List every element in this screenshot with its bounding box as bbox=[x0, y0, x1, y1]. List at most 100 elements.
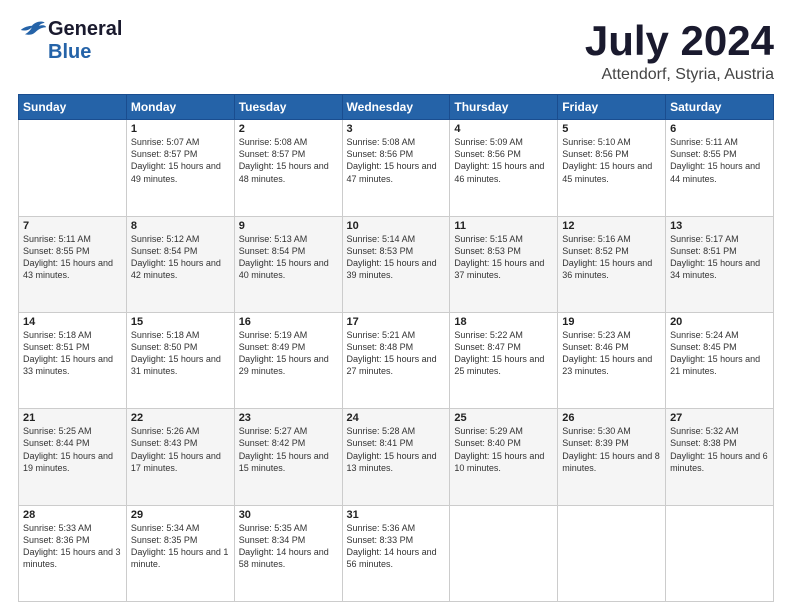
day-number: 17 bbox=[347, 316, 446, 328]
calendar-cell bbox=[666, 505, 774, 601]
day-info: Sunrise: 5:19 AMSunset: 8:49 PMDaylight:… bbox=[239, 329, 338, 378]
day-info: Sunrise: 5:14 AMSunset: 8:53 PMDaylight:… bbox=[347, 233, 446, 282]
day-info: Sunrise: 5:15 AMSunset: 8:53 PMDaylight:… bbox=[454, 233, 553, 282]
calendar-cell: 3Sunrise: 5:08 AMSunset: 8:56 PMDaylight… bbox=[342, 120, 450, 216]
day-number: 12 bbox=[562, 220, 661, 232]
calendar-cell bbox=[450, 505, 558, 601]
day-number: 14 bbox=[23, 316, 122, 328]
calendar-week-row: 14Sunrise: 5:18 AMSunset: 8:51 PMDayligh… bbox=[19, 312, 774, 408]
day-number: 27 bbox=[670, 412, 769, 424]
calendar-weekday: Saturday bbox=[666, 95, 774, 120]
day-number: 13 bbox=[670, 220, 769, 232]
day-info: Sunrise: 5:18 AMSunset: 8:51 PMDaylight:… bbox=[23, 329, 122, 378]
calendar-cell: 28Sunrise: 5:33 AMSunset: 8:36 PMDayligh… bbox=[19, 505, 127, 601]
day-info: Sunrise: 5:18 AMSunset: 8:50 PMDaylight:… bbox=[131, 329, 230, 378]
logo-icon bbox=[18, 20, 46, 40]
logo-blue: Blue bbox=[48, 41, 91, 64]
calendar-table: SundayMondayTuesdayWednesdayThursdayFrid… bbox=[18, 94, 774, 602]
page: General Blue July 2024 Attendorf, Styria… bbox=[0, 0, 792, 612]
title-block: July 2024 Attendorf, Styria, Austria bbox=[585, 18, 774, 84]
header: General Blue July 2024 Attendorf, Styria… bbox=[18, 18, 774, 84]
calendar-week-row: 28Sunrise: 5:33 AMSunset: 8:36 PMDayligh… bbox=[19, 505, 774, 601]
calendar-cell bbox=[19, 120, 127, 216]
day-number: 25 bbox=[454, 412, 553, 424]
calendar-weekday: Thursday bbox=[450, 95, 558, 120]
calendar-cell: 4Sunrise: 5:09 AMSunset: 8:56 PMDaylight… bbox=[450, 120, 558, 216]
main-title: July 2024 bbox=[585, 18, 774, 64]
calendar-cell: 24Sunrise: 5:28 AMSunset: 8:41 PMDayligh… bbox=[342, 409, 450, 505]
day-info: Sunrise: 5:08 AMSunset: 8:56 PMDaylight:… bbox=[347, 136, 446, 185]
day-number: 15 bbox=[131, 316, 230, 328]
calendar-cell: 26Sunrise: 5:30 AMSunset: 8:39 PMDayligh… bbox=[558, 409, 666, 505]
day-number: 10 bbox=[347, 220, 446, 232]
calendar-cell: 5Sunrise: 5:10 AMSunset: 8:56 PMDaylight… bbox=[558, 120, 666, 216]
day-number: 30 bbox=[239, 509, 338, 521]
day-info: Sunrise: 5:33 AMSunset: 8:36 PMDaylight:… bbox=[23, 522, 122, 571]
calendar-cell: 20Sunrise: 5:24 AMSunset: 8:45 PMDayligh… bbox=[666, 312, 774, 408]
calendar-cell: 13Sunrise: 5:17 AMSunset: 8:51 PMDayligh… bbox=[666, 216, 774, 312]
day-number: 20 bbox=[670, 316, 769, 328]
day-number: 8 bbox=[131, 220, 230, 232]
day-number: 18 bbox=[454, 316, 553, 328]
calendar-cell: 11Sunrise: 5:15 AMSunset: 8:53 PMDayligh… bbox=[450, 216, 558, 312]
day-info: Sunrise: 5:13 AMSunset: 8:54 PMDaylight:… bbox=[239, 233, 338, 282]
day-info: Sunrise: 5:17 AMSunset: 8:51 PMDaylight:… bbox=[670, 233, 769, 282]
day-number: 11 bbox=[454, 220, 553, 232]
day-info: Sunrise: 5:08 AMSunset: 8:57 PMDaylight:… bbox=[239, 136, 338, 185]
calendar-cell: 19Sunrise: 5:23 AMSunset: 8:46 PMDayligh… bbox=[558, 312, 666, 408]
day-info: Sunrise: 5:22 AMSunset: 8:47 PMDaylight:… bbox=[454, 329, 553, 378]
day-info: Sunrise: 5:26 AMSunset: 8:43 PMDaylight:… bbox=[131, 425, 230, 474]
calendar-weekday: Sunday bbox=[19, 95, 127, 120]
calendar-cell: 9Sunrise: 5:13 AMSunset: 8:54 PMDaylight… bbox=[234, 216, 342, 312]
day-number: 24 bbox=[347, 412, 446, 424]
day-number: 16 bbox=[239, 316, 338, 328]
day-number: 19 bbox=[562, 316, 661, 328]
day-info: Sunrise: 5:32 AMSunset: 8:38 PMDaylight:… bbox=[670, 425, 769, 474]
calendar-cell: 6Sunrise: 5:11 AMSunset: 8:55 PMDaylight… bbox=[666, 120, 774, 216]
calendar-cell: 27Sunrise: 5:32 AMSunset: 8:38 PMDayligh… bbox=[666, 409, 774, 505]
day-info: Sunrise: 5:34 AMSunset: 8:35 PMDaylight:… bbox=[131, 522, 230, 571]
day-info: Sunrise: 5:25 AMSunset: 8:44 PMDaylight:… bbox=[23, 425, 122, 474]
calendar-cell: 15Sunrise: 5:18 AMSunset: 8:50 PMDayligh… bbox=[126, 312, 234, 408]
day-info: Sunrise: 5:09 AMSunset: 8:56 PMDaylight:… bbox=[454, 136, 553, 185]
calendar-weekday: Tuesday bbox=[234, 95, 342, 120]
calendar-cell: 10Sunrise: 5:14 AMSunset: 8:53 PMDayligh… bbox=[342, 216, 450, 312]
day-number: 5 bbox=[562, 123, 661, 135]
calendar-cell: 16Sunrise: 5:19 AMSunset: 8:49 PMDayligh… bbox=[234, 312, 342, 408]
day-info: Sunrise: 5:16 AMSunset: 8:52 PMDaylight:… bbox=[562, 233, 661, 282]
day-number: 4 bbox=[454, 123, 553, 135]
day-info: Sunrise: 5:36 AMSunset: 8:33 PMDaylight:… bbox=[347, 522, 446, 571]
calendar-weekday: Monday bbox=[126, 95, 234, 120]
day-number: 9 bbox=[239, 220, 338, 232]
day-number: 29 bbox=[131, 509, 230, 521]
calendar-cell: 25Sunrise: 5:29 AMSunset: 8:40 PMDayligh… bbox=[450, 409, 558, 505]
day-number: 7 bbox=[23, 220, 122, 232]
day-number: 2 bbox=[239, 123, 338, 135]
calendar-cell: 23Sunrise: 5:27 AMSunset: 8:42 PMDayligh… bbox=[234, 409, 342, 505]
subtitle: Attendorf, Styria, Austria bbox=[585, 66, 774, 84]
day-info: Sunrise: 5:27 AMSunset: 8:42 PMDaylight:… bbox=[239, 425, 338, 474]
day-number: 23 bbox=[239, 412, 338, 424]
calendar-cell: 7Sunrise: 5:11 AMSunset: 8:55 PMDaylight… bbox=[19, 216, 127, 312]
day-info: Sunrise: 5:10 AMSunset: 8:56 PMDaylight:… bbox=[562, 136, 661, 185]
day-info: Sunrise: 5:11 AMSunset: 8:55 PMDaylight:… bbox=[23, 233, 122, 282]
day-number: 28 bbox=[23, 509, 122, 521]
day-number: 31 bbox=[347, 509, 446, 521]
calendar-weekday: Friday bbox=[558, 95, 666, 120]
day-info: Sunrise: 5:28 AMSunset: 8:41 PMDaylight:… bbox=[347, 425, 446, 474]
calendar-cell: 2Sunrise: 5:08 AMSunset: 8:57 PMDaylight… bbox=[234, 120, 342, 216]
day-number: 6 bbox=[670, 123, 769, 135]
calendar-cell: 18Sunrise: 5:22 AMSunset: 8:47 PMDayligh… bbox=[450, 312, 558, 408]
day-info: Sunrise: 5:11 AMSunset: 8:55 PMDaylight:… bbox=[670, 136, 769, 185]
day-number: 3 bbox=[347, 123, 446, 135]
calendar-cell: 29Sunrise: 5:34 AMSunset: 8:35 PMDayligh… bbox=[126, 505, 234, 601]
calendar-week-row: 7Sunrise: 5:11 AMSunset: 8:55 PMDaylight… bbox=[19, 216, 774, 312]
day-number: 21 bbox=[23, 412, 122, 424]
day-info: Sunrise: 5:24 AMSunset: 8:45 PMDaylight:… bbox=[670, 329, 769, 378]
day-number: 26 bbox=[562, 412, 661, 424]
calendar-cell: 12Sunrise: 5:16 AMSunset: 8:52 PMDayligh… bbox=[558, 216, 666, 312]
calendar-week-row: 21Sunrise: 5:25 AMSunset: 8:44 PMDayligh… bbox=[19, 409, 774, 505]
day-info: Sunrise: 5:23 AMSunset: 8:46 PMDaylight:… bbox=[562, 329, 661, 378]
calendar-cell: 22Sunrise: 5:26 AMSunset: 8:43 PMDayligh… bbox=[126, 409, 234, 505]
day-number: 1 bbox=[131, 123, 230, 135]
